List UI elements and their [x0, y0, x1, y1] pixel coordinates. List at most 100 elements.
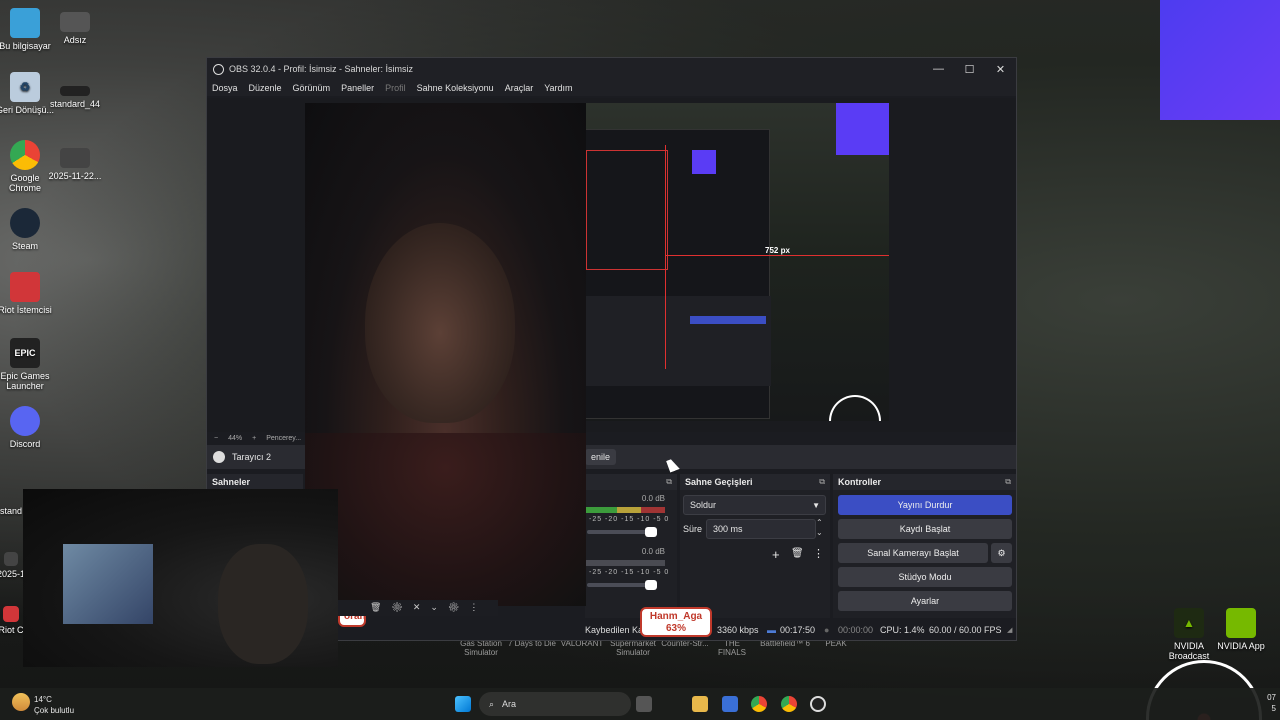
- riot-icon: [10, 272, 40, 302]
- transition-selected: Soldur: [690, 500, 717, 510]
- room-camera-overlay: [23, 489, 338, 667]
- desktop-icon-standard-44[interactable]: standard_44: [44, 86, 106, 109]
- desktop-icon-nvidia-app[interactable]: NVIDIA App: [1210, 608, 1272, 651]
- search-icon: ⌕: [489, 698, 495, 709]
- chevron-down-icon: ▼: [812, 500, 820, 510]
- title-bar: OBS 32.0.4 - Profil: İsimsiz - Sahneler:…: [207, 58, 1016, 80]
- taskbar-search[interactable]: ⌕ Ara: [479, 692, 631, 716]
- mixer-dock-header: ⧉: [585, 474, 677, 490]
- desktop-icon-riot-client[interactable]: Riot İstemcisi: [0, 272, 56, 315]
- guide-line-horizontal: [665, 255, 889, 256]
- desktop-icon-label: Discord: [9, 439, 41, 449]
- computer-icon: [10, 8, 40, 38]
- discord-icon: [10, 406, 40, 436]
- desktop-icon-epic-games[interactable]: EPIC Epic Games Launcher: [0, 338, 56, 391]
- guide-label: 752 px: [765, 246, 790, 255]
- desktop-icon-adsiz[interactable]: Adsız: [44, 12, 106, 45]
- trash-icon[interactable]: 🗑: [791, 548, 804, 559]
- transitions-dock: Soldur ▼ Süre 300 ms ⌃ ⌄ + 🗑 ⋮: [680, 490, 830, 618]
- transition-select[interactable]: Soldur ▼: [683, 495, 826, 515]
- weather-widget[interactable]: 14°C Çok bulutlu: [34, 694, 74, 716]
- close-button[interactable]: ✕: [985, 63, 1016, 76]
- slider-knob[interactable]: [645, 527, 657, 537]
- game-label: Supermarket Simulator: [610, 639, 656, 657]
- volume-meter-2: [585, 560, 665, 566]
- obs-taskbar-icon[interactable]: [810, 696, 826, 712]
- virtual-camera-settings-gear-icon[interactable]: ⚙: [991, 543, 1012, 563]
- refresh-button[interactable]: enile: [585, 449, 617, 465]
- menu-profile[interactable]: Profil: [385, 83, 406, 93]
- menu-docks[interactable]: Paneller: [341, 83, 374, 93]
- pc-case-lights: [63, 544, 153, 624]
- file-explorer-icon[interactable]: [692, 696, 708, 712]
- recycle-bin-icon: ♻: [10, 72, 40, 102]
- more-options-icon[interactable]: ⋮: [813, 547, 824, 560]
- desktop-icon-label: Adsız: [63, 35, 87, 45]
- dock-title: Sahne Geçişleri: [685, 477, 753, 487]
- menu-scene-collection[interactable]: Sahne Koleksiyonu: [417, 83, 494, 93]
- riot-icon: [3, 606, 19, 622]
- duration-input[interactable]: 300 ms: [706, 519, 816, 539]
- studio-mode-button[interactable]: Stüdyo Modu: [838, 567, 1012, 587]
- alert-percent: 63%: [665, 623, 686, 634]
- stream-time: 00:17:50: [780, 625, 816, 635]
- menu-bar: Dosya Düzenle Görünüm Paneller Profil Sa…: [207, 80, 1016, 96]
- duration-stepper[interactable]: ⌃ ⌄: [816, 518, 823, 538]
- desktop-icon-label: standard_44: [49, 99, 101, 109]
- nested-purple-widget: [692, 150, 716, 174]
- add-transition-icon[interactable]: +: [772, 547, 780, 562]
- stop-streaming-button[interactable]: Yayını Durdur: [838, 495, 1012, 515]
- volume-slider-1[interactable]: [587, 527, 657, 537]
- preview-scene: 752 px: [585, 103, 889, 421]
- dock-popout-icon[interactable]: ⧉: [1005, 477, 1011, 487]
- purple-widget-source: [836, 103, 889, 155]
- clock[interactable]: 07 5: [1256, 692, 1276, 714]
- start-windows-icon[interactable]: [455, 696, 471, 712]
- duration-label: Süre: [683, 524, 703, 534]
- clock-partial: 07: [1267, 693, 1276, 702]
- guide-line-vertical: [665, 145, 666, 369]
- start-recording-button[interactable]: Kaydı Başlat: [838, 519, 1012, 539]
- desktop-icon-steam[interactable]: Steam: [0, 208, 56, 251]
- desktop-icon-discord[interactable]: Discord: [0, 406, 56, 449]
- game-label: Gas Station Simulator: [460, 639, 502, 657]
- dock-popout-icon[interactable]: ⧉: [666, 477, 672, 487]
- maximize-button[interactable]: ☐: [954, 63, 985, 76]
- selected-source-name: Tarayıcı 2: [232, 452, 272, 462]
- desktop-icon-label: Riot İstemcisi: [0, 305, 52, 315]
- taskbar: 14°C Çok bulutlu 07 5: [0, 688, 1280, 720]
- chrome-taskbar-icon[interactable]: [751, 696, 767, 712]
- record-time: 00:00:00: [838, 625, 874, 635]
- zoom-out-button[interactable]: −: [214, 435, 218, 442]
- game-label: THE FINALS: [717, 639, 746, 657]
- zoom-fit-option[interactable]: Pencerey...: [266, 435, 301, 442]
- slider-knob[interactable]: [645, 580, 657, 590]
- menu-view[interactable]: Görünüm: [293, 83, 331, 93]
- minimize-button[interactable]: —: [923, 63, 954, 76]
- menu-edit[interactable]: Düzenle: [249, 83, 282, 93]
- menu-tools[interactable]: Araçlar: [505, 83, 534, 93]
- desktop-icon-video-file[interactable]: 2025-11-22...: [44, 148, 106, 181]
- dock-popout-icon[interactable]: ⧉: [819, 477, 825, 487]
- start-virtual-camera-button[interactable]: Sanal Kamerayı Başlat: [838, 543, 988, 563]
- scenes-dock-header: Sahneler: [207, 474, 303, 490]
- nested-toolbar: 🗑⚙✕⌄⚙⋮: [338, 600, 498, 616]
- obs-logo-icon: [213, 63, 224, 75]
- mixer-db-2: 0.0 dB: [641, 547, 665, 556]
- transitions-dock-header: Sahne Geçişleri ⧉: [680, 474, 830, 490]
- chrome-taskbar-icon[interactable]: [781, 696, 797, 712]
- zoom-in-button[interactable]: +: [252, 435, 256, 442]
- menu-file[interactable]: Dosya: [212, 83, 238, 93]
- video-thumbnail-icon: [60, 148, 90, 168]
- task-view-icon[interactable]: [636, 696, 652, 712]
- mail-icon[interactable]: [722, 696, 738, 712]
- menu-help[interactable]: Yardım: [544, 83, 572, 93]
- settings-button[interactable]: Ayarlar: [838, 591, 1012, 611]
- volume-slider-2[interactable]: [587, 580, 657, 590]
- webcam-person: [365, 223, 515, 423]
- weather-icon: [12, 693, 30, 711]
- record-icon: ●: [824, 625, 830, 635]
- resize-grip-icon[interactable]: ◢: [1007, 626, 1012, 634]
- nested-stream-button: [690, 316, 766, 324]
- desktop-icon-label: NVIDIA App: [1217, 641, 1265, 651]
